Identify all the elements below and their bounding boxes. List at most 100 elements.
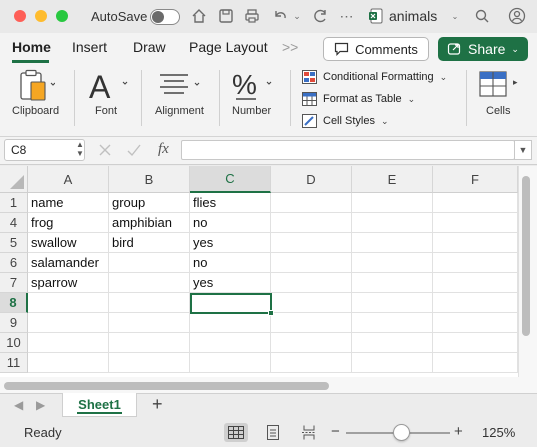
formula-expand-chevron-icon[interactable]: ▼ (514, 140, 532, 160)
column-header-e[interactable]: E (352, 166, 433, 193)
cell-a4[interactable]: frog (28, 213, 109, 233)
paste-clipboard-icon[interactable] (17, 69, 56, 103)
cell-b10[interactable] (109, 333, 190, 353)
cell-b8[interactable] (109, 293, 190, 313)
cell-e11[interactable] (352, 353, 433, 373)
row-header-selected[interactable]: 8 (0, 293, 28, 313)
ribbon-overflow-chevron-icon[interactable]: ▸ (513, 77, 518, 88)
cell-d5[interactable] (271, 233, 352, 253)
undo-dropdown-chevron-icon[interactable]: ⌄ (288, 7, 306, 25)
cell-f4[interactable] (433, 213, 518, 233)
name-box-stepper-icon[interactable]: ▲ ▼ (76, 140, 84, 158)
cell-c7[interactable]: yes (190, 273, 271, 293)
cell-e10[interactable] (352, 333, 433, 353)
cell-e9[interactable] (352, 313, 433, 333)
next-sheet-icon[interactable]: ▶ (36, 398, 45, 412)
fill-handle[interactable] (268, 310, 274, 316)
horizontal-scroll-thumb[interactable] (4, 382, 329, 390)
name-box[interactable]: C8 (4, 139, 85, 161)
page-layout-view-icon[interactable] (261, 423, 285, 442)
column-header-f[interactable]: F (433, 166, 518, 193)
cell-b9[interactable] (109, 313, 190, 333)
insert-function-fx-icon[interactable]: fx (158, 141, 169, 158)
more-tabs-chevron-icon[interactable]: >> (282, 39, 298, 55)
cell-d9[interactable] (271, 313, 352, 333)
cell-c10[interactable] (190, 333, 271, 353)
cell-d4[interactable] (271, 213, 352, 233)
row-header[interactable]: 5 (0, 233, 28, 253)
confirm-entry-icon[interactable] (126, 141, 142, 159)
cell-styles-button[interactable]: Cell Styles ⌄ (302, 114, 389, 128)
cell-f10[interactable] (433, 333, 518, 353)
font-group-label[interactable]: Font (95, 105, 117, 117)
cell-d8[interactable] (271, 293, 352, 313)
row-header[interactable]: 4 (0, 213, 28, 233)
cell-a5[interactable]: swallow (28, 233, 109, 253)
home-icon[interactable] (190, 7, 208, 25)
cell-c4[interactable]: no (190, 213, 271, 233)
conditional-formatting-button[interactable]: Conditional Formatting ⌄ (302, 70, 447, 84)
comments-button[interactable]: Comments (323, 37, 429, 61)
cell-e1[interactable] (352, 193, 433, 213)
cell-f8[interactable] (433, 293, 518, 313)
number-format-icon[interactable]: % (232, 68, 278, 102)
formula-input[interactable] (181, 140, 515, 160)
row-header[interactable]: 1 (0, 193, 28, 213)
alignment-group-label[interactable]: Alignment (155, 105, 204, 117)
cells-group-label[interactable]: Cells (486, 105, 510, 117)
share-button[interactable]: Share ⌄ (438, 37, 528, 61)
cell-e5[interactable] (352, 233, 433, 253)
previous-sheet-icon[interactable]: ◀ (14, 398, 23, 412)
alignment-icon[interactable] (158, 70, 206, 100)
cell-c5[interactable]: yes (190, 233, 271, 253)
cell-e6[interactable] (352, 253, 433, 273)
cell-c9[interactable] (190, 313, 271, 333)
undo-icon[interactable] (271, 7, 289, 25)
cell-b4[interactable]: amphibian (109, 213, 190, 233)
cell-e8[interactable] (352, 293, 433, 313)
cell-d7[interactable] (271, 273, 352, 293)
cell-c11[interactable] (190, 353, 271, 373)
column-header-c[interactable]: C (190, 166, 271, 193)
minimize-window-button[interactable] (35, 10, 47, 22)
cell-b7[interactable] (109, 273, 190, 293)
cell-e7[interactable] (352, 273, 433, 293)
row-header[interactable]: 11 (0, 353, 28, 373)
search-icon[interactable] (473, 7, 491, 25)
sheet-tab-sheet1[interactable]: Sheet1 (62, 393, 137, 417)
column-header-d[interactable]: D (271, 166, 352, 193)
title-chevron-icon[interactable]: ⌄ (446, 7, 464, 25)
clipboard-group-label[interactable]: Clipboard (12, 105, 59, 117)
cell-c1[interactable]: flies (190, 193, 271, 213)
column-header-a[interactable]: A (28, 166, 109, 193)
cancel-entry-icon[interactable] (97, 141, 113, 159)
row-header[interactable]: 10 (0, 333, 28, 353)
cell-a10[interactable] (28, 333, 109, 353)
save-icon[interactable] (217, 7, 235, 25)
row-header[interactable]: 6 (0, 253, 28, 273)
normal-view-icon[interactable] (224, 423, 248, 442)
font-icon[interactable]: A (88, 68, 130, 105)
autosave-toggle[interactable] (150, 9, 180, 25)
cell-a1[interactable]: name (28, 193, 109, 213)
print-icon[interactable] (243, 7, 261, 25)
zoom-slider-thumb[interactable] (393, 424, 410, 441)
row-header[interactable]: 9 (0, 313, 28, 333)
zoom-out-button[interactable]: − (331, 423, 340, 440)
cell-a9[interactable] (28, 313, 109, 333)
cell-b6[interactable] (109, 253, 190, 273)
cell-f5[interactable] (433, 233, 518, 253)
cell-f11[interactable] (433, 353, 518, 373)
cell-a11[interactable] (28, 353, 109, 373)
cell-f9[interactable] (433, 313, 518, 333)
tab-page-layout[interactable]: Page Layout (189, 39, 268, 55)
redo-icon[interactable] (311, 7, 329, 25)
tab-home[interactable]: Home (12, 39, 51, 55)
account-icon[interactable] (508, 7, 526, 25)
more-options-icon[interactable]: ⋯ (338, 7, 356, 25)
cell-f7[interactable] (433, 273, 518, 293)
cell-b5[interactable]: bird (109, 233, 190, 253)
cell-f1[interactable] (433, 193, 518, 213)
cell-a8[interactable] (28, 293, 109, 313)
cell-b1[interactable]: group (109, 193, 190, 213)
